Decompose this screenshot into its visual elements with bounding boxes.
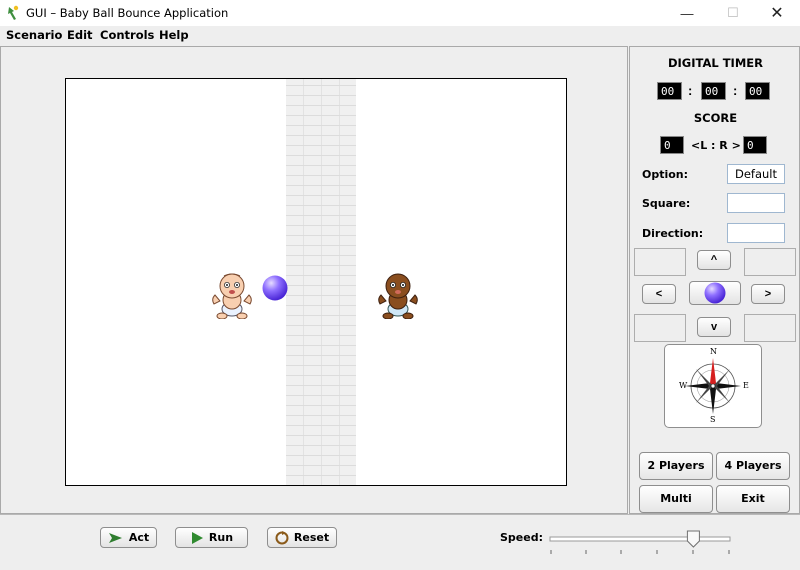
score-separator: <L : R >	[691, 139, 741, 152]
reset-label: Reset	[293, 531, 330, 544]
pad-blank-top-left	[634, 248, 686, 276]
timer-sep-2: :	[733, 83, 738, 98]
title-bar: GUI – Baby Ball Bounce Application — ☐ ✕	[0, 0, 800, 26]
compass-w: W	[679, 381, 688, 390]
down-button[interactable]: v	[697, 317, 731, 337]
minimize-button[interactable]: —	[664, 0, 710, 26]
run-play-icon	[191, 531, 203, 544]
window-title: GUI – Baby Ball Bounce Application	[26, 6, 229, 20]
app-icon	[8, 5, 19, 20]
pad-blank-bottom-left	[634, 314, 686, 342]
menu-scenario[interactable]: Scenario	[6, 28, 62, 42]
menu-controls[interactable]: Controls	[100, 28, 154, 42]
score-right: 0	[743, 136, 767, 154]
ball-icon	[704, 282, 726, 304]
reset-icon	[275, 530, 289, 544]
game-panel	[0, 46, 628, 514]
direction-label: Direction:	[642, 227, 704, 240]
run-label: Run	[208, 531, 234, 544]
square-label: Square:	[642, 197, 691, 210]
close-button[interactable]: ✕	[754, 0, 800, 26]
reset-button[interactable]: Reset	[267, 527, 337, 548]
baby-dark-icon	[378, 273, 418, 319]
option-field[interactable]: Default	[727, 164, 785, 184]
speed-slider[interactable]	[549, 525, 733, 555]
menu-help[interactable]: Help	[159, 28, 189, 42]
center-ball-button[interactable]	[689, 281, 741, 305]
control-panel: DIGITAL TIMER 00 : 00 : 00 SCORE 0 <L : …	[629, 46, 800, 514]
score-left: 0	[660, 136, 684, 154]
game-canvas[interactable]	[65, 78, 567, 486]
compass-e: E	[743, 381, 749, 390]
ball-icon	[262, 275, 288, 301]
square-field[interactable]	[727, 193, 785, 213]
pad-blank-bottom-right	[744, 314, 796, 342]
timer-seconds: 00	[745, 82, 770, 100]
left-button[interactable]: <	[642, 284, 676, 304]
timer-hours: 00	[657, 82, 682, 100]
speed-label: Speed:	[500, 531, 543, 544]
menu-edit[interactable]: Edit	[67, 28, 93, 42]
maximize-button[interactable]: ☐	[710, 0, 756, 26]
direction-field[interactable]	[727, 223, 785, 243]
speed-slider-thumb[interactable]	[686, 530, 700, 548]
multi-button[interactable]: Multi	[639, 485, 713, 513]
brick-wall	[286, 79, 356, 485]
compass-panel[interactable]: N S W E	[664, 344, 762, 428]
exit-button[interactable]: Exit	[716, 485, 790, 513]
baby-light-icon	[212, 273, 252, 319]
two-players-button[interactable]: 2 Players	[639, 452, 713, 480]
score-label: SCORE	[693, 111, 738, 125]
pad-blank-top-right	[744, 248, 796, 276]
menu-bar: Scenario Edit Controls Help	[0, 26, 800, 46]
act-arrow-icon	[108, 532, 122, 543]
bottom-toolbar: Act Run Reset Speed:	[0, 514, 800, 570]
digital-timer-label: DIGITAL TIMER	[667, 56, 763, 70]
four-players-button[interactable]: 4 Players	[716, 452, 790, 480]
timer-minutes: 00	[701, 82, 726, 100]
act-button[interactable]: Act	[100, 527, 157, 548]
option-label: Option:	[642, 168, 689, 181]
up-button[interactable]: ^	[697, 250, 731, 270]
right-button[interactable]: >	[751, 284, 785, 304]
compass-n: N	[710, 347, 717, 356]
timer-sep-1: :	[688, 83, 693, 98]
speed-slider-track	[549, 530, 731, 554]
act-label: Act	[128, 531, 150, 544]
compass-s: S	[710, 415, 716, 424]
run-button[interactable]: Run	[175, 527, 248, 548]
